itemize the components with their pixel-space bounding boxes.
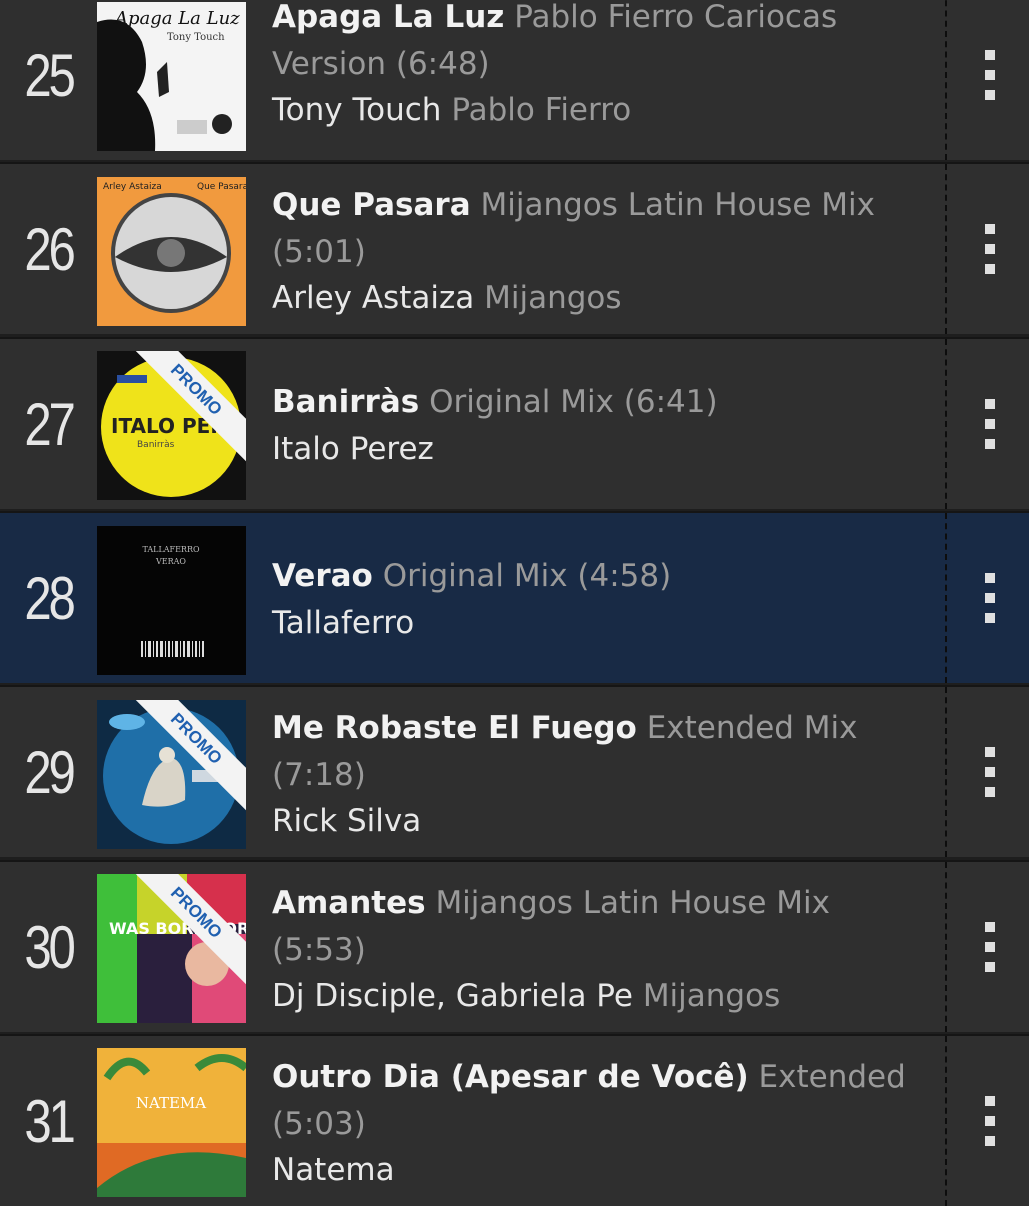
rank-number: 30	[24, 913, 75, 981]
album-art-image: NATEMA	[97, 1048, 246, 1197]
more-options-icon[interactable]	[972, 687, 1008, 857]
track-title: Amantes	[272, 885, 426, 921]
row-divider	[945, 0, 947, 160]
art-title-text: TALLAFERRO	[142, 545, 200, 554]
more-options-icon[interactable]	[972, 862, 1008, 1032]
track-info[interactable]: Que Pasara Mijangos Latin House Mix (5:0…	[272, 182, 912, 322]
track-artist[interactable]: Natema	[272, 1152, 395, 1188]
track-title: Que Pasara	[272, 187, 471, 223]
track-row[interactable]: 25 Apaga La Luz Tony Touch Apaga La Luz …	[0, 0, 1029, 160]
track-row[interactable]: 27 ITALO PEREZ Banirràs PROMO Banirràs O…	[0, 337, 1029, 509]
album-art-image: Apaga La Luz Tony Touch	[97, 2, 246, 151]
art-subtitle-text: Tony Touch	[167, 32, 225, 43]
rank-number: 27	[24, 390, 75, 458]
track-info[interactable]: Verao Original Mix (4:58) Tallaferro	[272, 553, 912, 646]
track-mix: Original Mix (6:41)	[429, 384, 718, 420]
album-art[interactable]: PROMO	[97, 700, 246, 849]
album-art[interactable]: Apaga La Luz Tony Touch	[97, 2, 246, 151]
track-info[interactable]: Outro Dia (Apesar de Você) Extended (5:0…	[272, 1054, 912, 1194]
row-divider	[945, 687, 947, 857]
row-divider	[945, 513, 947, 683]
row-divider	[945, 862, 947, 1032]
more-options-icon[interactable]	[972, 164, 1008, 334]
art-title-text: Arley Astaiza	[103, 182, 162, 192]
track-artist[interactable]: Tony Touch	[272, 92, 441, 128]
track-title: Me Robaste El Fuego	[272, 710, 637, 746]
album-art-image: TALLAFERRO VERAO	[97, 526, 246, 675]
track-remixer[interactable]: Mijangos	[643, 978, 780, 1014]
art-title-text: NATEMA	[136, 1094, 206, 1112]
track-info[interactable]: Me Robaste El Fuego Extended Mix (7:18) …	[272, 705, 912, 845]
track-mix: Original Mix (4:58)	[382, 558, 672, 594]
track-artist[interactable]: Italo Perez	[272, 431, 434, 467]
track-remixer[interactable]: Pablo Fierro	[451, 92, 631, 128]
track-artist[interactable]: Tallaferro	[272, 605, 414, 641]
track-row-selected[interactable]: 28 TALLAFERRO VERAO Verao Original Mix (…	[0, 511, 1029, 683]
rank-number: 31	[24, 1087, 75, 1155]
album-art[interactable]: TALLAFERRO VERAO	[97, 526, 246, 675]
track-info[interactable]: Amantes Mijangos Latin House Mix (5:53) …	[272, 880, 912, 1020]
track-title: Outro Dia (Apesar de Você)	[272, 1059, 749, 1095]
track-remixer[interactable]: Mijangos	[484, 280, 621, 316]
more-options-icon[interactable]	[972, 1036, 1008, 1206]
row-divider	[945, 1036, 947, 1206]
album-art[interactable]: ITALO PEREZ Banirràs PROMO	[97, 351, 246, 500]
rank-number: 25	[24, 41, 75, 109]
track-row[interactable]: 29 PROMO Me Robaste El Fuego Extended Mi…	[0, 685, 1029, 857]
track-row[interactable]: 26 Arley Astaiza Que Pasara Que Pasara M…	[0, 162, 1029, 334]
art-subtitle-text: Banirràs	[137, 440, 175, 450]
art-subtitle-text: VERAO	[155, 557, 186, 566]
track-title: Verao	[272, 558, 373, 594]
rank-number: 28	[24, 564, 75, 632]
album-art[interactable]: Arley Astaiza Que Pasara	[97, 177, 246, 326]
rank-number: 29	[24, 738, 75, 806]
track-title: Apaga La Luz	[272, 0, 505, 35]
track-row[interactable]: 30 WAS BORN FOR THIS PROMO Amantes Mijan…	[0, 860, 1029, 1032]
album-art-image: Arley Astaiza Que Pasara	[97, 177, 246, 326]
track-title: Banirràs	[272, 384, 420, 420]
more-options-icon[interactable]	[972, 513, 1008, 683]
album-art[interactable]: WAS BORN FOR THIS PROMO	[97, 874, 246, 1023]
row-divider	[945, 339, 947, 509]
track-artist[interactable]: Dj Disciple, Gabriela Pe	[272, 978, 633, 1014]
track-artist[interactable]: Rick Silva	[272, 803, 421, 839]
art-title-text: Apaga La Luz	[113, 8, 240, 29]
row-divider	[945, 164, 947, 334]
more-options-icon[interactable]	[972, 339, 1008, 509]
art-subtitle-text: Que Pasara	[197, 182, 246, 192]
track-row[interactable]: 31 NATEMA Outro Dia (Apesar de Você) Ext…	[0, 1034, 1029, 1206]
track-artist[interactable]: Arley Astaiza	[272, 280, 474, 316]
track-info[interactable]: Apaga La Luz Pablo Fierro Cariocas Versi…	[272, 0, 912, 134]
track-list: 25 Apaga La Luz Tony Touch Apaga La Luz …	[0, 0, 1029, 1206]
track-info[interactable]: Banirràs Original Mix (6:41) Italo Perez	[272, 379, 912, 472]
more-options-icon[interactable]	[972, 0, 1008, 160]
rank-number: 26	[24, 215, 75, 283]
album-art[interactable]: NATEMA	[97, 1048, 246, 1197]
